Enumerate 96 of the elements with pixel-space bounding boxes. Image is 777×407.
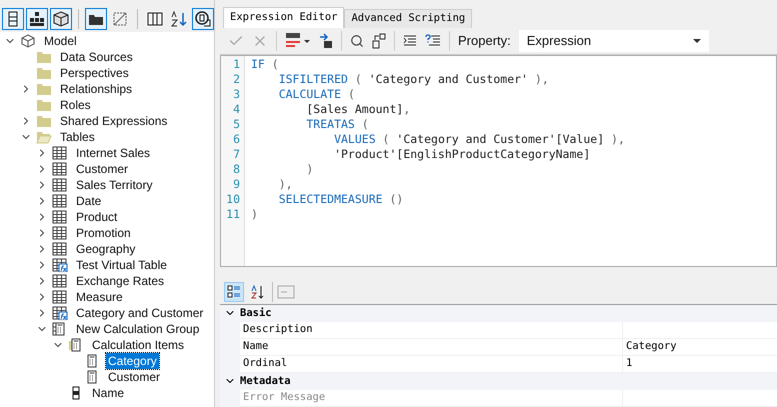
code-line: [Sales Amount], [305, 102, 412, 118]
tree-item[interactable]: Relationships [58, 81, 134, 97]
category-heading: Metadata [240, 374, 291, 389]
code-line: TREATAS ( [305, 117, 370, 132]
table-icon [52, 210, 68, 224]
categorized-icon [227, 284, 241, 299]
code-line: ), [278, 177, 294, 192]
property-name: Error Message [243, 390, 326, 406]
line-number: 7 [232, 147, 240, 162]
tree-item[interactable]: Model [42, 33, 79, 49]
category-heading: Basic [240, 306, 272, 321]
table-icon [52, 306, 68, 320]
editor-tab[interactable]: Advanced Scripting [344, 8, 472, 28]
toolbar-button[interactable] [26, 8, 48, 30]
tree-item[interactable]: Tables [58, 129, 97, 145]
tree-item[interactable]: Exchange Rates [74, 273, 166, 289]
tree-item[interactable]: Category [106, 353, 159, 369]
code-line: IF ( [251, 57, 280, 72]
code-editor[interactable] [220, 55, 777, 268]
tree-item[interactable]: Customer [74, 161, 130, 177]
line-number: 3 [232, 87, 240, 102]
tree-item[interactable]: Geography [74, 241, 138, 257]
code-line: VALUES ( 'Category and Customer'[Value] ), [333, 132, 625, 148]
line-number: 1 [232, 57, 240, 72]
tree-item[interactable]: Promotion [74, 225, 133, 241]
tree-item[interactable]: Name [90, 385, 126, 401]
dropdown-caret-icon[interactable] [692, 38, 701, 44]
categorized-button[interactable] [224, 282, 244, 302]
code-line: ) [305, 162, 314, 178]
property-name: Ordinal [243, 356, 288, 372]
line-number: 5 [232, 117, 240, 132]
property-label: Property: [458, 32, 511, 50]
toolbar-button[interactable] [2, 8, 24, 30]
indent-icon[interactable] [403, 34, 417, 48]
tree-item[interactable]: New Calculation Group [74, 321, 202, 337]
tree-item[interactable]: Data Sources [58, 49, 135, 65]
tree-item[interactable]: Roles [58, 97, 93, 113]
tree-item[interactable]: Perspectives [58, 65, 131, 81]
table-icon [52, 274, 68, 288]
line-number: 6 [232, 132, 240, 148]
line-number: 10 [225, 192, 240, 208]
property-value[interactable]: 1 [622, 356, 777, 373]
cube-icon [52, 10, 70, 28]
tree-item[interactable]: Internet Sales [74, 145, 152, 161]
folder-icon [36, 130, 52, 144]
property-name: Name [243, 339, 268, 354]
tree-item[interactable]: Customer [106, 369, 162, 385]
tree-item[interactable]: Date [74, 193, 104, 209]
table-icon [52, 258, 68, 272]
columns-icon [146, 10, 164, 28]
table-icon [52, 162, 68, 176]
table-icon [52, 290, 68, 304]
toolbar-button[interactable] [50, 8, 72, 30]
code-line: SELECTEDMEASURE () [278, 192, 404, 208]
cube-icon [20, 34, 36, 48]
table-icon [52, 178, 68, 192]
code-line: ISFILTERED ( 'Category and Customer' ), [278, 72, 550, 88]
line-number: 2 [232, 72, 240, 88]
hierarchy-icon [28, 10, 46, 28]
tree-item[interactable]: Sales Territory [74, 177, 154, 193]
folder-icon [36, 98, 52, 112]
replace-icon[interactable] [372, 33, 386, 50]
folder-icon [36, 66, 52, 80]
sort-icon [251, 284, 265, 299]
code-line: ) [251, 207, 259, 222]
tree-item[interactable]: Test Virtual Table [74, 257, 169, 273]
search-icon[interactable] [350, 34, 364, 48]
table-icon [52, 226, 68, 240]
editor-tab[interactable]: Expression Editor [223, 6, 344, 28]
box-icon [111, 10, 129, 28]
table-icon [52, 194, 68, 208]
tree-item[interactable]: Measure [74, 289, 125, 305]
line-number: 9 [232, 177, 240, 192]
sort-icon [170, 10, 188, 28]
code-line: 'Product'[EnglishProductCategoryName] [333, 147, 592, 162]
property-value[interactable]: Category [622, 338, 777, 356]
folder-icon [36, 82, 52, 96]
frame-icon [194, 10, 212, 28]
toolbar-button[interactable] [85, 8, 107, 30]
line-number: 4 [232, 102, 240, 118]
table-icon [52, 242, 68, 256]
code-line: CALCULATE ( [278, 87, 356, 102]
property-dropdown[interactable]: Expression [518, 30, 709, 52]
line-number: 11 [225, 207, 240, 222]
folder-icon [36, 50, 52, 64]
tree-item[interactable]: Shared Expressions [58, 113, 170, 129]
line-number: 8 [232, 162, 240, 178]
comment-icon[interactable] [425, 34, 441, 48]
tree-item[interactable]: Category and Customer [74, 305, 206, 321]
folder-icon [36, 114, 52, 128]
insert-icon[interactable] [319, 33, 333, 50]
toolbar-button[interactable] [192, 8, 214, 30]
table-icon [52, 146, 68, 160]
tree-item[interactable]: Calculation Items [90, 337, 186, 353]
tree-item[interactable]: Product [74, 209, 120, 225]
property-name: Description [243, 322, 313, 338]
